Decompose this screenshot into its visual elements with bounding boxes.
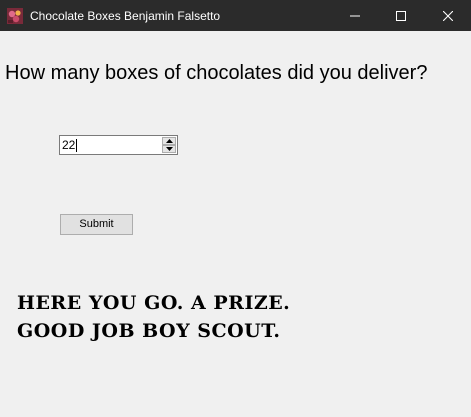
chevron-down-icon — [165, 147, 173, 151]
title-bar[interactable]: Chocolate Boxes Benjamin Falsetto — [0, 0, 471, 31]
submit-button[interactable]: Submit — [60, 214, 133, 235]
result-line-2: GOOD JOB BOY SCOUT. — [17, 320, 281, 342]
stepper-down-button[interactable] — [162, 145, 176, 153]
text-caret — [76, 139, 77, 152]
minimize-icon — [350, 15, 360, 16]
app-icon — [7, 8, 23, 24]
result-line-1: HERE YOU GO. A PRIZE. — [17, 292, 291, 314]
quantity-input[interactable] — [60, 136, 160, 154]
maximize-button[interactable] — [378, 0, 424, 31]
window-title: Chocolate Boxes Benjamin Falsetto — [30, 9, 221, 23]
question-label: How many boxes of chocolates did you del… — [5, 62, 428, 84]
close-icon — [443, 10, 453, 21]
maximize-icon — [396, 10, 406, 21]
result-message: HERE YOU GO. A PRIZE. GOOD JOB BOY SCOUT… — [17, 289, 290, 345]
quantity-stepper[interactable] — [59, 135, 178, 155]
chevron-up-icon — [165, 139, 173, 143]
close-button[interactable] — [425, 0, 471, 31]
minimize-button[interactable] — [332, 0, 378, 31]
stepper-up-button[interactable] — [162, 137, 176, 145]
stepper-buttons — [162, 137, 176, 153]
